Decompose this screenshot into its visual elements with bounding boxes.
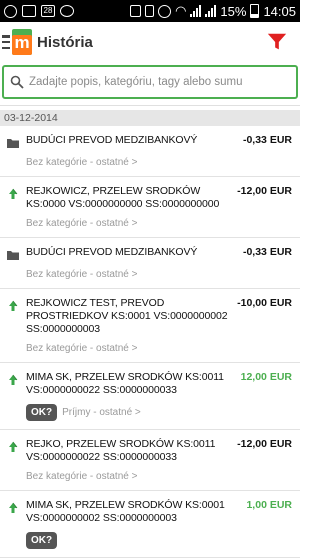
transaction-row[interactable]: REJKO, PRZELEW SRODKÓW KS:0011 VS:000000… <box>0 430 300 491</box>
transaction-amount: 1,00 EUR <box>246 499 292 511</box>
category-label: Príjmy - ostatné > <box>62 407 141 418</box>
image-icon <box>22 5 36 17</box>
search-input[interactable] <box>29 76 279 88</box>
vibrate-icon <box>145 5 155 17</box>
transfer-icon <box>6 187 20 201</box>
transaction-row[interactable]: BUDÚCI PREVOD MEDZIBANKOVÝ -0,33 EUR Bez k… <box>0 126 300 177</box>
transfer-icon <box>6 373 20 387</box>
transfer-icon <box>6 299 20 313</box>
transaction-amount: -0,33 EUR <box>242 134 292 146</box>
status-bar: 28 ◠ 15% 14:05 <box>0 0 300 22</box>
transaction-category[interactable]: Bez kategórie - ostatné > <box>26 218 292 237</box>
transaction-category[interactable]: OK? <box>26 532 292 557</box>
category-label: Bez kategórie - ostatné > <box>26 343 138 354</box>
folder-icon <box>6 248 20 262</box>
transaction-category[interactable]: Bez kategórie - ostatné > <box>26 471 292 490</box>
transaction-category[interactable]: Bez kategórie - ostatné > <box>26 157 292 176</box>
transaction-name: MIMA SK, PRZELEW SRODKÓW KS:0001 VS:0000… <box>26 499 225 524</box>
search-icon <box>10 75 24 89</box>
date-header: 03-12-2014 <box>0 110 300 126</box>
transaction-name: REJKO, PRZELEW SRODKÓW KS:0011 VS:000000… <box>26 438 216 463</box>
transaction-name: BUDÚCI PREVOD MEDZIBANKOVÝ <box>26 134 198 146</box>
app-bar: m História <box>0 22 300 62</box>
confirm-category-button[interactable]: OK? <box>26 404 58 421</box>
transaction-name: REJKOWICZ, PRZELEW SRODKÓW KS:0000 VS:00… <box>26 185 220 210</box>
transaction-amount: 12,00 EUR <box>240 371 292 383</box>
transaction-amount: -0,33 EUR <box>242 246 292 258</box>
transaction-row[interactable]: REJKOWICZ TEST, PREVOD PROSTRIEDKOV KS:0… <box>0 289 300 363</box>
download-icon <box>60 5 74 17</box>
category-label: Bez kategórie - ostatné > <box>26 269 138 280</box>
search-box[interactable] <box>2 65 298 99</box>
menu-icon[interactable] <box>2 35 10 49</box>
transaction-category[interactable]: OK? Príjmy - ostatné > <box>26 404 292 429</box>
divider <box>0 105 300 106</box>
battery-icon <box>250 4 260 18</box>
transaction-amount: -12,00 EUR <box>237 185 292 197</box>
alarm-icon <box>158 4 172 18</box>
transaction-name: BUDÚCI PREVOD MEDZIBANKOVÝ <box>26 246 198 258</box>
category-label: Bez kategórie - ostatné > <box>26 471 138 482</box>
category-label: Bez kategórie - ostatné > <box>26 157 138 168</box>
transaction-category[interactable]: Bez kategórie - ostatné > <box>26 269 292 288</box>
filter-icon[interactable] <box>266 31 288 53</box>
transaction-row[interactable]: REJKOWICZ, PRZELEW SRODKÓW KS:0000 VS:00… <box>0 177 300 238</box>
nfc-icon <box>130 5 142 17</box>
page-title: História <box>37 33 93 51</box>
calendar-icon: 28 <box>41 5 55 17</box>
confirm-category-button[interactable]: OK? <box>26 532 58 549</box>
app-logo[interactable]: m <box>12 29 32 55</box>
search-bar <box>0 62 300 104</box>
transaction-amount: -12,00 EUR <box>237 438 292 450</box>
category-label: Bez kategórie - ostatné > <box>26 218 138 229</box>
transfer-icon <box>6 440 20 454</box>
wifi-icon: ◠ <box>175 3 187 18</box>
folder-icon <box>6 136 20 150</box>
signal-2-icon <box>205 5 217 17</box>
transaction-category[interactable]: Bez kategórie - ostatné > <box>26 343 292 362</box>
transaction-row[interactable]: MIMA SK, PRZELEW SRODKÓW KS:0011 VS:0000… <box>0 363 300 430</box>
transaction-amount: -10,00 EUR <box>237 297 292 309</box>
transaction-row[interactable]: MIMA SK, PRZELEW SRODKÓW KS:0001 VS:0000… <box>0 491 300 558</box>
battery-percentage: 15% <box>220 3 247 19</box>
messenger-icon <box>4 4 17 18</box>
transaction-list: BUDÚCI PREVOD MEDZIBANKOVÝ -0,33 EUR Bez k… <box>0 126 300 558</box>
transfer-icon <box>6 501 20 515</box>
transaction-row[interactable]: BUDÚCI PREVOD MEDZIBANKOVÝ -0,33 EUR Bez k… <box>0 238 300 289</box>
clock: 14:05 <box>263 3 296 19</box>
transaction-name: REJKOWICZ TEST, PREVOD PROSTRIEDKOV KS:0… <box>26 297 228 335</box>
signal-icon <box>190 5 202 17</box>
transaction-name: MIMA SK, PRZELEW SRODKÓW KS:0011 VS:0000… <box>26 371 224 396</box>
